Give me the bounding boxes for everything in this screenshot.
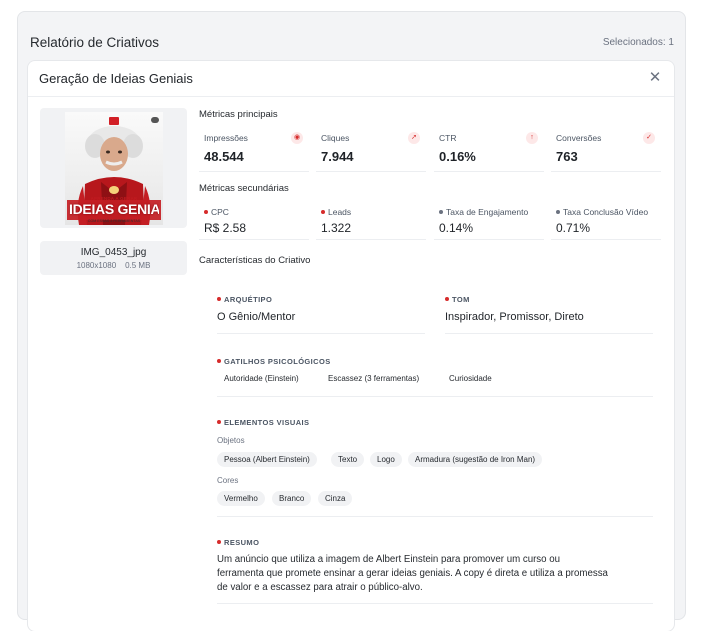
summary-line: ferramenta que promete ensinar a gerar i… <box>217 568 608 579</box>
characteristics-title: Características do Criativo <box>199 255 311 266</box>
report-title: Relatório de Criativos <box>30 35 160 50</box>
divider <box>445 333 653 334</box>
status-dot <box>204 210 208 214</box>
main-metrics-title: Métricas principais <box>199 109 278 120</box>
file-meta: 1080x1080 0.5 MB <box>40 261 187 270</box>
arrow-up-icon: ↑ <box>526 132 538 144</box>
metric-label: Leads <box>321 207 351 217</box>
eye-icon: ◉ <box>291 132 303 144</box>
metric-label: CPC <box>204 207 229 217</box>
check-icon: ✓ <box>643 132 655 144</box>
file-dimensions: 1080x1080 <box>76 261 117 270</box>
status-dot <box>556 210 560 214</box>
file-info: IMG_0453_jpg 1080x1080 0.5 MB <box>40 241 187 275</box>
metric-value: 763 <box>556 149 578 164</box>
trigger-tag: Autoridade (Einstein) <box>224 374 299 383</box>
metric-label: CTR <box>439 133 457 143</box>
card-title: Geração de Ideias Geniais <box>39 71 193 86</box>
metric-value: 48.544 <box>204 149 244 164</box>
metric-conversions: Conversões ✓ 763 <box>551 130 661 172</box>
status-dot <box>217 420 221 424</box>
status-dot <box>217 297 221 301</box>
poster-more-icon <box>151 117 159 123</box>
secondary-metrics-title: Métricas secundárias <box>199 183 289 194</box>
tone-label: TOM <box>445 295 470 304</box>
metric-label: Taxa Conclusão Vídeo <box>556 207 648 217</box>
color-chip: Cinza <box>318 491 353 506</box>
object-chip: Logo <box>370 452 402 467</box>
trigger-tag: Escassez (3 ferramentas) <box>328 374 420 383</box>
summary-line: de valor e a escassez para atrair o públ… <box>217 582 423 593</box>
metric-value: 0.71% <box>556 221 591 235</box>
metric-value: R$ 2.58 <box>204 221 247 235</box>
metric-value: 1.322 <box>321 221 352 235</box>
metric-ctr: CTR ↑ 0.16% <box>434 130 544 172</box>
trigger-tag: Curiosidade <box>449 374 492 383</box>
close-icon[interactable]: ✕ <box>647 70 663 86</box>
summary-text: Um anúncio que utiliza a imagem de Alber… <box>217 553 657 595</box>
colors-label: Cores <box>217 476 239 485</box>
poster-subline: COM ESSAS 3 FERRAMENTAS <box>87 219 141 223</box>
status-dot <box>217 359 221 363</box>
metric-cpc: CPC R$ 2.58 <box>199 204 309 240</box>
color-chip: Vermelho <box>217 491 265 506</box>
report-header: Relatório de Criativos Selecionados: 1 <box>18 12 685 62</box>
status-dot <box>321 210 325 214</box>
objects-label: Objetos <box>217 436 245 445</box>
status-dot <box>439 210 443 214</box>
metric-video-completion: Taxa Conclusão Vídeo 0.71% <box>551 204 661 240</box>
poster-logo <box>109 117 119 125</box>
metric-value: 0.16% <box>439 149 476 164</box>
color-chip: Branco <box>272 491 312 506</box>
divider <box>217 333 425 334</box>
summary-label: RESUMO <box>217 538 259 547</box>
object-chip: Texto <box>331 452 365 467</box>
poster-headline: IDEIAS GENIAIS <box>69 202 159 217</box>
metric-value: 0.14% <box>439 221 474 235</box>
selected-count: Selecionados: 1 <box>602 37 674 48</box>
visual-elements-label: ELEMENTOS VISUAIS <box>217 418 309 427</box>
summary-line: Um anúncio que utiliza a imagem de Alber… <box>217 554 561 565</box>
tone-value: Inspirador, Promissor, Direto <box>445 311 584 323</box>
triggers-label: GATILHOS PSICOLÓGICOS <box>217 357 331 366</box>
metric-label: Conversões <box>556 133 602 143</box>
object-chip: Armadura (sugestão de Iron Man) <box>408 452 543 467</box>
creative-poster-image: APRENDA A GERAR IDEIAS GENIAIS COM ESSAS… <box>65 112 163 225</box>
file-name: IMG_0453_jpg <box>80 247 147 258</box>
divider <box>217 516 653 517</box>
metric-value: 7.944 <box>321 149 354 164</box>
metric-impressions: Impressões ◉ 48.544 <box>199 130 309 172</box>
card-header: Geração de Ideias Geniais ✕ <box>28 61 674 97</box>
poster-small-text: APRENDA A GERAR <box>90 196 138 201</box>
metric-clicks: Cliques ➚ 7.944 <box>316 130 426 172</box>
cursor-icon: ➚ <box>408 132 420 144</box>
status-dot <box>445 297 449 301</box>
metric-label: Impressões <box>204 133 248 143</box>
metric-label: Taxa de Engajamento <box>439 207 528 217</box>
archetype-value: O Gênio/Mentor <box>217 311 296 323</box>
divider <box>217 603 653 604</box>
metric-label: Cliques <box>321 133 350 143</box>
file-size: 0.5 MB <box>125 261 151 270</box>
metric-engagement: Taxa de Engajamento 0.14% <box>434 204 544 240</box>
object-chip: Pessoa (Albert Einstein) <box>217 452 317 467</box>
status-dot <box>217 540 221 544</box>
metric-leads: Leads 1.322 <box>316 204 426 240</box>
archetype-label: ARQUÉTIPO <box>217 295 272 304</box>
creative-thumbnail[interactable]: APRENDA A GERAR IDEIAS GENIAIS COM ESSAS… <box>40 108 187 228</box>
divider <box>217 396 653 397</box>
